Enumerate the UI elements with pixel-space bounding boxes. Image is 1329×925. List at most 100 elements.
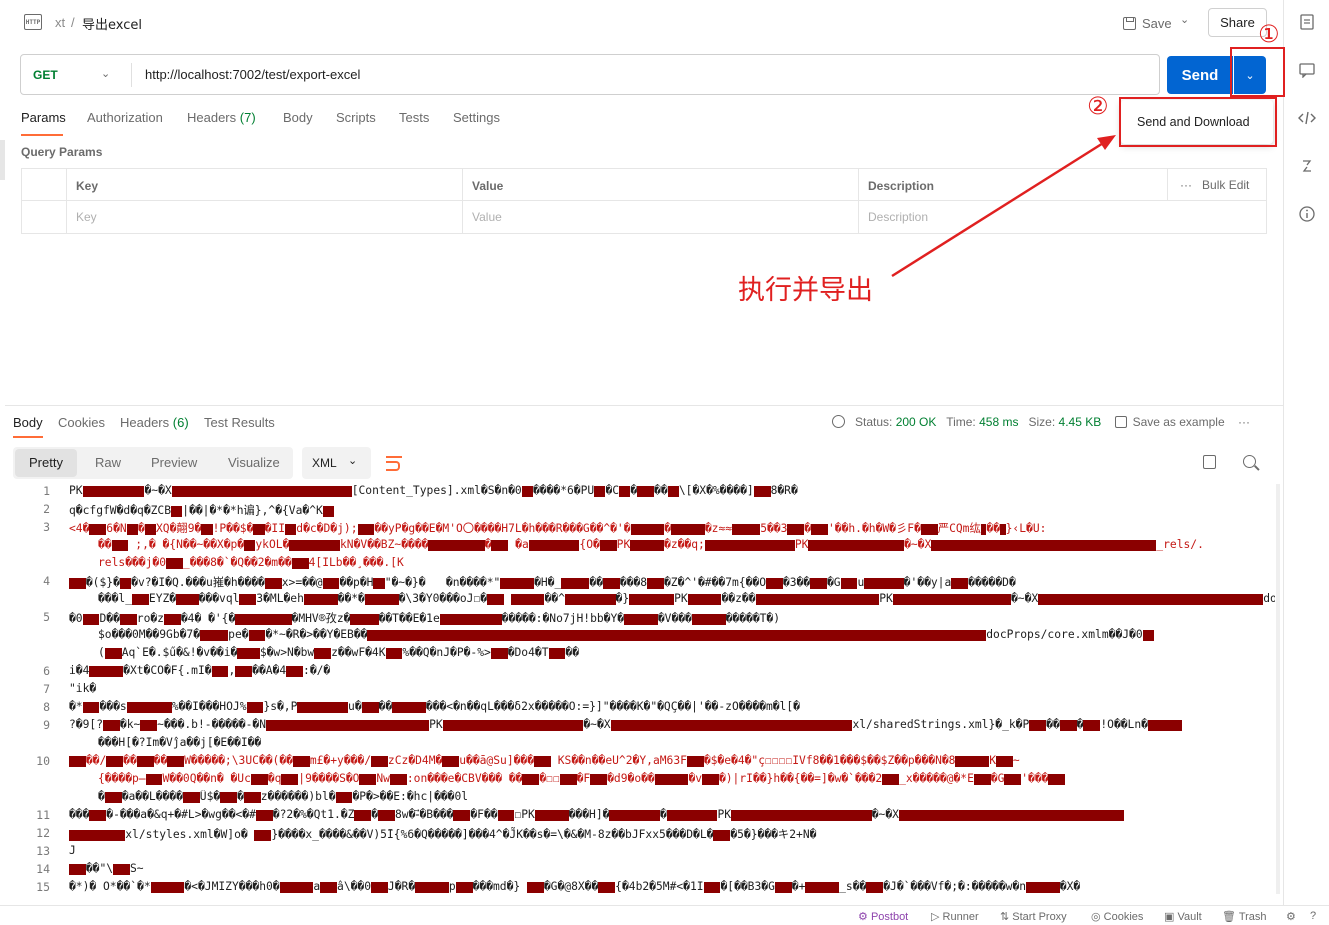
line-number: 13 xyxy=(36,844,50,858)
code-line-text: ���l_ EYZ� ���vql 3�ML�eh ��*� �\3�Y0���… xyxy=(98,592,1275,605)
code-line: ���H[�?Im�Vĵa��j[�E��I�� xyxy=(0,736,1276,754)
code-line-text: J xyxy=(69,844,76,857)
search-icon[interactable] xyxy=(1243,455,1256,468)
code-line-text: xl/styles.xml�W]o� }����x_����&��V)5̄I{%… xyxy=(69,826,1275,842)
view-raw-button[interactable]: Raw xyxy=(95,455,121,470)
view-visualize-button[interactable]: Visualize xyxy=(228,455,280,470)
code-line-text: ?�9[? �k~ ~���.b!-�����-�N PK �~�X xl/sh… xyxy=(69,718,1275,731)
code-line: 2 q�cfgfW�d�q�ZCB |��|�*�*h谝},^�{Va�^K xyxy=(0,502,1276,520)
code-line: 3 <4� 6�N � XQ�翸9� !P��$� �II d�c�D�j); �… xyxy=(0,520,1276,538)
proxy-icon: ⇅ xyxy=(1000,911,1010,923)
code-line-text: � �a��L���� Ü$� � z������)bl� �P�>��E:�h… xyxy=(98,790,469,803)
line-number: 15 xyxy=(36,880,50,894)
line-number: 2 xyxy=(43,502,50,516)
cookies-button[interactable]: ◎ Cookies xyxy=(1091,910,1143,923)
more-options-icon[interactable]: ··· xyxy=(1238,415,1250,429)
code-line-text: <4� 6�N � XQ�翸9� !P��$� �II d�c�D�j); ��… xyxy=(69,522,1047,535)
save-as-example-label: Save as example xyxy=(1132,415,1225,429)
postbot-label: Postbot xyxy=(870,911,909,923)
response-tab-body[interactable]: Body xyxy=(13,415,43,430)
response-tab-headers-count: (6) xyxy=(172,415,189,430)
code-line-text: ��/ �� �� W�����;\3UC��(�� m£�+y���/ zCz… xyxy=(69,754,1275,767)
code-line: 10 ��/ �� �� W�����;\3UC��(�� m£�+y���/ … xyxy=(0,754,1276,772)
postbot-button[interactable]: ⚙ Postbot xyxy=(858,910,908,923)
save-example-icon xyxy=(1114,416,1127,428)
status-value[interactable]: 200 OK xyxy=(896,415,937,429)
vault-label: Vault xyxy=(1177,911,1202,923)
response-body-code[interactable]: 1 PK �~�X [Content_Types].xml�S�n�0 ����*… xyxy=(0,484,1276,904)
annotation-caption: 执行并导出 xyxy=(738,275,873,306)
response-tab-test-results[interactable]: Test Results xyxy=(204,415,275,430)
line-number: 11 xyxy=(36,808,50,822)
runner-button[interactable]: ▷ Runner xyxy=(931,910,979,923)
size-value[interactable]: 4.45 KB xyxy=(1059,415,1102,429)
response-tab-headers-label: Headers xyxy=(120,415,170,430)
line-number: 10 xyxy=(36,754,50,768)
save-as-example-button[interactable]: Save as example xyxy=(1114,415,1225,429)
copy-icon[interactable] xyxy=(1203,455,1216,469)
view-mode-toolbar: Pretty Raw Preview Visualize xyxy=(13,447,293,479)
code-line-text: rels���j�0 _���8�`�Q��2�m�� 4[ILb��¸���.… xyxy=(98,556,404,569)
code-line-text: �($}� �v?�I�Q.���u嶊�h���� x>=��@ ��p�H "… xyxy=(69,574,1275,590)
code-line: rels���j�0 _���8�`�Q��2�m�� 4[ILb��¸���.… xyxy=(0,556,1276,574)
view-pretty-button[interactable]: Pretty xyxy=(29,455,63,470)
line-number: 3 xyxy=(43,520,50,534)
line-number: 1 xyxy=(43,484,50,498)
view-preview-button[interactable]: Preview xyxy=(151,455,197,470)
code-scrollbar[interactable] xyxy=(1276,484,1280,894)
postman-app: HTTP xt / 导出excel Save ⌄ Share GET ⌄ htt… xyxy=(0,0,1329,925)
line-number: 6 xyxy=(43,664,50,678)
code-line-text: �*)� O*��`�* �<�JMIZY���h0� a â\��0 J�R�… xyxy=(69,880,1081,893)
wrap-lines-icon[interactable] xyxy=(386,455,402,471)
response-meta: Status: 200 OK Time: 458 ms Size: 4.45 K… xyxy=(832,415,1250,429)
vault-button[interactable]: ▣ Vault xyxy=(1164,910,1202,923)
line-number: 8 xyxy=(43,700,50,714)
code-line: 11 ��� �-���a�&q+�#L>�wg��<�# �?2�%�Qt1.�… xyxy=(0,808,1276,826)
code-line: ���l_ EYZ� ���vql 3�ML�eh ��*� �\3�Y0���… xyxy=(0,592,1276,610)
start-proxy-label: Start Proxy xyxy=(1012,911,1067,923)
status-label: Status: xyxy=(855,415,893,429)
response-divider xyxy=(5,405,1283,406)
size-label: Size: xyxy=(1028,415,1056,429)
code-line: 12 xl/styles.xml�W]o� }����x_����&��V)5̄… xyxy=(0,826,1276,844)
code-line: 13 J xyxy=(0,844,1276,862)
trash-label: Trash xyxy=(1238,911,1267,923)
code-line-text: �� ;,� �{N��~��X�p� ykOL� kN�V��BZ~���� … xyxy=(98,538,1204,551)
vault-icon: ▣ xyxy=(1164,911,1175,923)
start-proxy-button[interactable]: ⇅ Start Proxy xyxy=(1000,910,1067,923)
code-line-text: �0 D�� ro�z �4� �'{� �MHV®孜z� ��T��E�1e … xyxy=(69,612,781,625)
code-line-text: ��"\ S~ xyxy=(69,862,1275,875)
line-number: 12 xyxy=(36,826,50,840)
format-select[interactable]: XML ⌄ xyxy=(302,447,371,479)
code-line-text: "ik� xyxy=(69,682,97,695)
help-icon[interactable]: ? xyxy=(1310,910,1316,922)
line-number: 5 xyxy=(43,610,50,624)
line-number: 9 xyxy=(43,718,50,732)
postbot-icon: ⚙ xyxy=(858,911,868,923)
runner-icon: ▷ xyxy=(931,911,940,923)
code-line-text: i�4 �Xt�CO�F{.mI� , ��A�4 :�/� xyxy=(69,664,331,677)
line-number: 4 xyxy=(43,574,50,588)
cookie-icon: ◎ xyxy=(1091,911,1101,923)
code-line-text: �* ���s %��I���HOJ% }s�,P u� �� ���<�n��… xyxy=(69,700,800,713)
code-line-text: ���H[�?Im�Vĵa��j[�E��I�� xyxy=(98,736,262,749)
settings-gear-icon[interactable]: ⚙ xyxy=(1286,910,1296,923)
status-bar: ⚙ Postbot ▷ Runner ⇅ Start Proxy ◎ Cooki… xyxy=(0,905,1329,925)
response-tab-cookies[interactable]: Cookies xyxy=(58,415,105,430)
trash-button[interactable]: 🗑 Trash xyxy=(1222,910,1267,923)
code-line: 9 ?�9[? �k~ ~���.b!-�����-�N PK �~�X xl/s… xyxy=(0,718,1276,736)
response-tab-headers[interactable]: Headers (6) xyxy=(120,415,189,430)
format-value: XML xyxy=(312,456,337,470)
code-line: 1 PK �~�X [Content_Types].xml�S�n�0 ����*… xyxy=(0,484,1276,502)
code-line: 6 i�4 �Xt�CO�F{.mI� , ��A�4 :�/� xyxy=(0,664,1276,682)
code-line-text: {����p̶ W��0Q��n� �Uc �q |9����S�O Nw :o… xyxy=(98,772,1275,785)
code-line: 14 ��"\ S~ xyxy=(0,862,1276,880)
code-line: 15 �*)� O*��`�* �<�JMIZY���h0� a â\��0 J�… xyxy=(0,880,1276,898)
response-active-tab-indicator xyxy=(13,436,43,438)
code-line-text: q�cfgfW�d�q�ZCB |��|�*�*h谝},^�{Va�^K xyxy=(69,502,1275,518)
time-value[interactable]: 458 ms xyxy=(979,415,1018,429)
chevron-down-icon: ⌄ xyxy=(348,455,358,467)
code-line-text: ( Aq`E�.$ű�&!�v��i� $�w>N�bw z��wF�4K %�… xyxy=(98,646,579,659)
code-line: {����p̶ W��0Q��n� �Uc �q |9����S�O Nw :o… xyxy=(0,772,1276,790)
globe-icon[interactable] xyxy=(832,415,845,428)
